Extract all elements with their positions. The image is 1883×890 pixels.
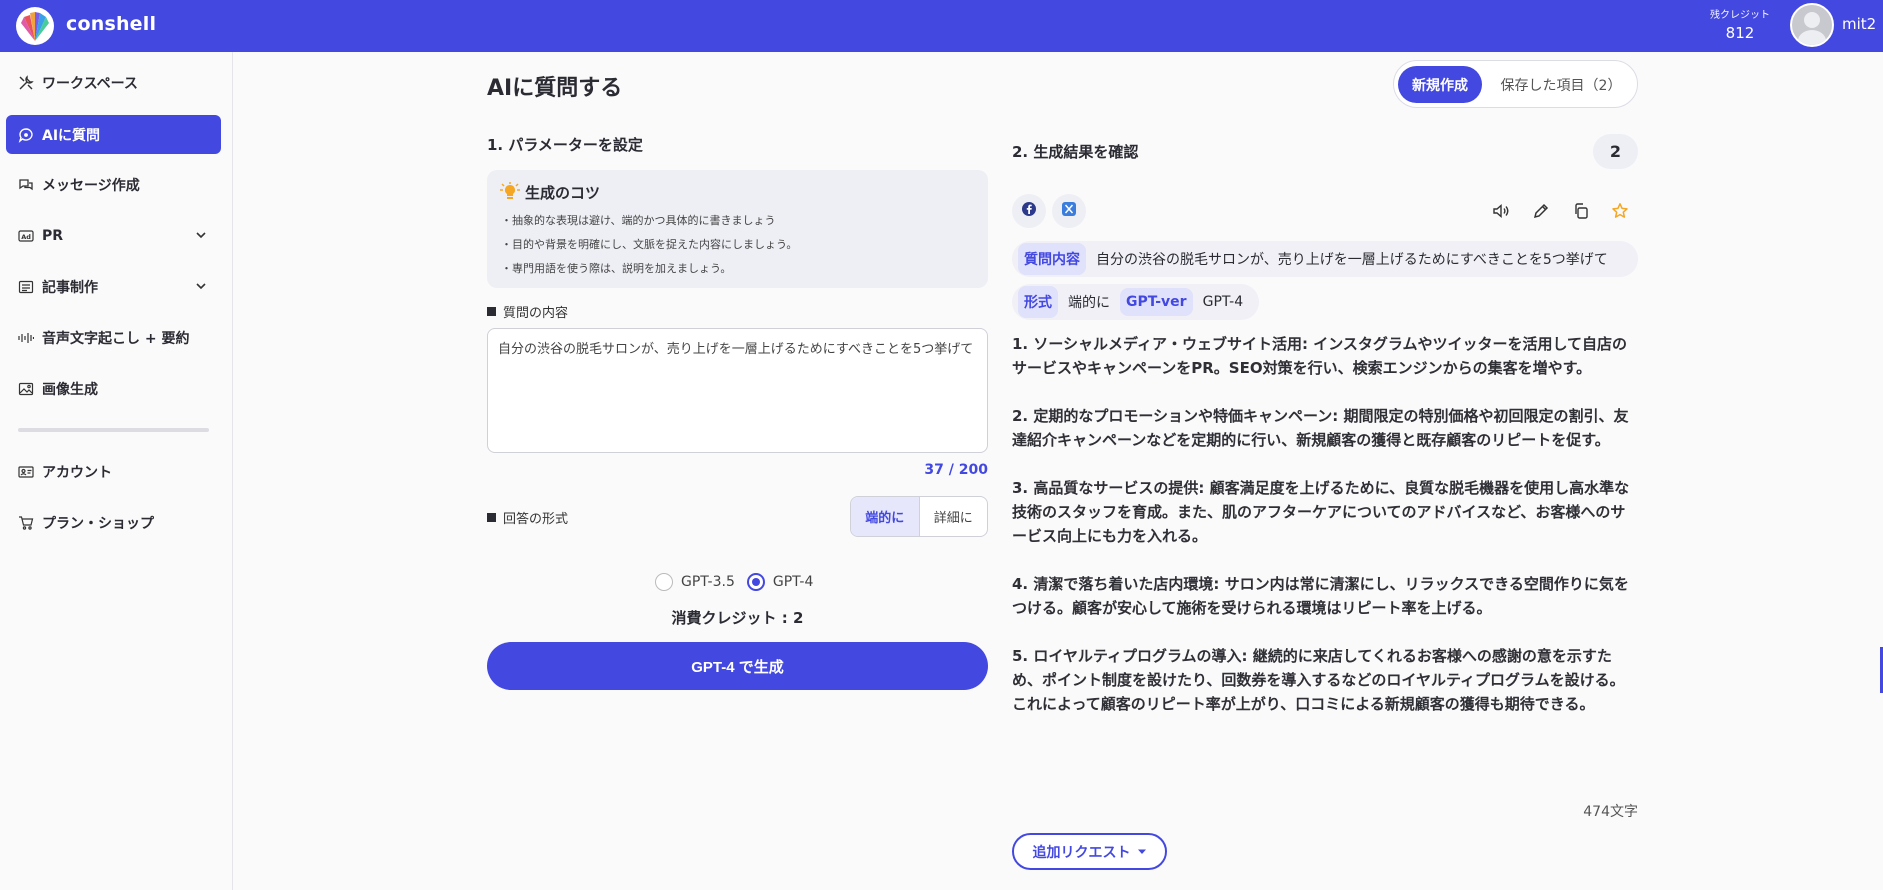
sidebar-item-label: 記事制作: [42, 279, 98, 296]
edit-pencil-icon[interactable]: [1530, 200, 1552, 222]
sidebar-item-pr[interactable]: Ad PR: [6, 216, 221, 255]
sidebar-item-account[interactable]: アカウント: [6, 452, 221, 491]
sidebar-item-label: プラン・ショップ: [42, 515, 154, 532]
brand-name[interactable]: conshell: [66, 13, 156, 35]
tab-group: 新規作成 保存した項目（2）: [1393, 60, 1638, 108]
question-label-text: 質問の内容: [503, 306, 569, 321]
answer-char-count: 474文字: [1583, 804, 1638, 820]
x-logo-icon: [1061, 201, 1077, 221]
format-label-text: 回答の形式: [503, 512, 569, 527]
tip-text: ・専門用語を使う際は、説明を加えましょう。: [501, 262, 732, 275]
chevron-down-icon: [195, 229, 207, 245]
speaker-icon[interactable]: [1490, 200, 1512, 222]
generate-button[interactable]: GPT-4 で生成: [487, 642, 988, 690]
question-tag: 質問内容: [1018, 243, 1086, 275]
tips-card: 生成のコツ ・抽象的な表現は避け、端的かつ具体的に書きましょう ・目的や背景を明…: [487, 170, 988, 288]
svg-text:Ad: Ad: [21, 233, 31, 241]
format-option-concise[interactable]: 端的に: [851, 497, 920, 536]
sidebar-item-ask-ai[interactable]: AIに質問: [6, 115, 221, 154]
sidebar-item-workspace[interactable]: ワークスペース: [6, 63, 221, 102]
answer-body: 1. ソーシャルメディア・ウェブサイト活用: インスタグラムやツイッターを活用し…: [1012, 332, 1638, 740]
result-count-badge: 2: [1593, 134, 1638, 169]
params-heading: 1. パラメーターを設定: [487, 136, 643, 154]
copy-icon[interactable]: [1570, 200, 1592, 222]
additional-request-label: 追加リクエスト: [1032, 844, 1131, 861]
sidebar-item-transcribe[interactable]: 音声文字起こし + 要約: [6, 318, 221, 357]
id-card-icon: [18, 464, 34, 480]
radio-gpt35[interactable]: [655, 573, 673, 591]
result-heading: 2. 生成結果を確認: [1012, 143, 1139, 161]
credit-value: 812: [1725, 24, 1755, 42]
sidebar-item-image[interactable]: 画像生成: [6, 369, 221, 408]
image-icon: [18, 381, 34, 397]
sidebar-item-message[interactable]: メッセージ作成: [6, 165, 221, 204]
format-toggle: 端的に 詳細に: [850, 496, 988, 537]
brand-logo-icon[interactable]: [16, 7, 54, 45]
answer-paragraph: 5. ロイヤルティプログラムの導入: 継続的に来店してくれるお客様への感謝の意を…: [1012, 647, 1625, 713]
question-text: 自分の渋谷の脱毛サロンが、売り上げを一層上げるためにすべきことを5つ挙げて: [1096, 252, 1608, 268]
facebook-share-button[interactable]: [1012, 194, 1046, 228]
sidebar: ワークスペース AIに質問 メッセージ作成 Ad PR 記事制作 音声文字起こし…: [0, 52, 233, 890]
tip-text: ・抽象的な表現は避け、端的かつ具体的に書きましょう: [501, 214, 776, 227]
tip-text: ・目的や背景を明確にし、文脈を捉えた内容にしましょう。: [501, 238, 798, 251]
sidebar-item-label: 画像生成: [42, 381, 98, 398]
sidebar-item-label: 音声文字起こし + 要約: [42, 330, 190, 347]
credit-label: 残クレジット: [1710, 10, 1770, 21]
result-question-row: 質問内容 自分の渋谷の脱毛サロンが、売り上げを一層上げるためにすべきことを5つ挙…: [1012, 241, 1638, 277]
credit-cost: 消費クレジット : 2: [671, 609, 804, 627]
caret-down-icon: [1137, 848, 1147, 856]
ad-icon: Ad: [18, 228, 34, 244]
model-selector: GPT-3.5 GPT-4: [655, 573, 813, 591]
sidebar-divider: [18, 428, 209, 432]
avatar[interactable]: [1790, 3, 1834, 47]
star-icon[interactable]: [1609, 200, 1631, 222]
result-meta-row: 形式 端的に GPT-ver GPT-4: [1012, 284, 1260, 320]
tab-new[interactable]: 新規作成: [1398, 66, 1482, 103]
chat-bubbles-icon: [18, 177, 34, 193]
sidebar-item-label: PR: [42, 227, 64, 244]
audio-icon: [18, 330, 34, 346]
model-value: GPT-4: [1202, 294, 1244, 310]
chevron-down-icon: [195, 280, 207, 296]
article-icon: [18, 279, 34, 295]
username[interactable]: mit2: [1842, 15, 1876, 33]
sidebar-item-article[interactable]: 記事制作: [6, 267, 221, 306]
square-bullet-icon: [487, 307, 496, 316]
model-tag: GPT-ver: [1120, 288, 1193, 316]
answer-paragraph: 3. 高品質なサービスの提供: 顧客満足度を上げるために、良質な脱毛機器を使用し…: [1012, 479, 1630, 545]
sidebar-item-label: メッセージ作成: [42, 177, 140, 194]
radio-gpt35-label[interactable]: GPT-3.5: [681, 574, 735, 590]
format-label: 回答の形式: [487, 508, 568, 527]
radio-gpt4-label[interactable]: GPT-4: [773, 574, 814, 590]
lightbulb-icon: [499, 182, 521, 206]
facebook-icon: [1021, 201, 1037, 221]
format-value: 端的に: [1068, 295, 1110, 311]
chat-bubble-icon: [18, 127, 34, 143]
square-bullet-icon: [487, 513, 496, 522]
question-label: 質問の内容: [487, 302, 568, 321]
sidebar-item-plan-shop[interactable]: プラン・ショップ: [6, 503, 221, 542]
sidebar-item-label: AIに質問: [42, 127, 101, 144]
sidebar-item-label: ワークスペース: [42, 75, 138, 92]
answer-paragraph: 2. 定期的なプロモーションや特価キャンペーン: 期間限定の特別価格や初回限定の…: [1012, 407, 1629, 449]
sidebar-item-label: アカウント: [42, 464, 112, 481]
format-tag: 形式: [1018, 286, 1058, 318]
tips-title: 生成のコツ: [525, 184, 601, 202]
answer-paragraph: 4. 清潔で落ち着いた店内環境: サロン内は常に清潔にし、リラックスできる空間作…: [1012, 575, 1629, 617]
top-bar: conshell 残クレジット 812 mit2: [0, 0, 1883, 52]
char-counter: 37 / 200: [924, 462, 988, 478]
tools-icon: [18, 74, 34, 91]
page-title: AIに質問する: [487, 76, 623, 101]
radio-gpt4[interactable]: [746, 573, 765, 591]
tab-saved[interactable]: 保存した項目（2）: [1490, 66, 1632, 103]
x-share-button[interactable]: [1052, 194, 1086, 228]
answer-paragraph: 1. ソーシャルメディア・ウェブサイト活用: インスタグラムやツイッターを活用し…: [1012, 335, 1628, 377]
format-option-detailed[interactable]: 詳細に: [920, 497, 988, 536]
question-input[interactable]: 自分の渋谷の脱毛サロンが、売り上げを一層上げるためにすべきことを5つ挙げて: [487, 328, 988, 453]
credit-display: 残クレジット 812: [1700, 6, 1780, 42]
cart-icon: [18, 515, 34, 531]
additional-request-button[interactable]: 追加リクエスト: [1012, 833, 1167, 870]
